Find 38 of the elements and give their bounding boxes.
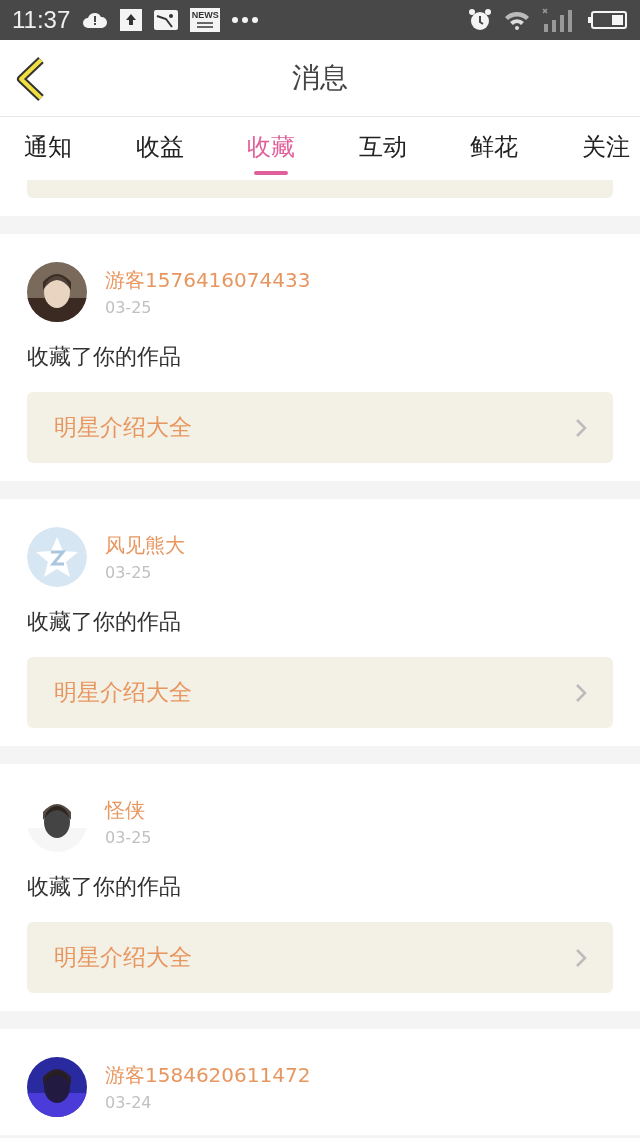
user-name[interactable]: 游客1576416074433 bbox=[105, 267, 311, 294]
work-link[interactable]: 明星介绍大全 bbox=[27, 392, 613, 463]
image-icon bbox=[154, 10, 179, 30]
more-icon bbox=[232, 17, 259, 23]
tab[interactable]: 鲜花 bbox=[470, 117, 519, 180]
message-date: 03-24 bbox=[105, 1093, 153, 1112]
tab[interactable]: 互动 bbox=[358, 117, 407, 180]
chevron-right-icon bbox=[575, 947, 587, 968]
wifi-icon bbox=[504, 10, 530, 30]
chevron-right-icon bbox=[575, 682, 587, 703]
status-time: 11:37 bbox=[12, 6, 71, 34]
work-title: 明星介绍大全 bbox=[54, 413, 192, 442]
message-date: 03-25 bbox=[105, 563, 153, 582]
tab[interactable]: 关注 bbox=[581, 117, 630, 180]
upload-icon bbox=[120, 9, 143, 31]
message-text: 收藏了你的作品 bbox=[27, 343, 182, 371]
message-text: 收藏了你的作品 bbox=[27, 873, 182, 901]
back-icon[interactable] bbox=[16, 57, 46, 101]
cloud-alert-icon bbox=[82, 10, 109, 30]
news-icon: NEWS bbox=[190, 8, 221, 32]
work-link[interactable]: 明星介绍大全 bbox=[27, 657, 613, 728]
tab[interactable]: 通知 bbox=[24, 117, 72, 180]
work-link[interactable]: 明星介绍大全 bbox=[27, 922, 613, 993]
message-date: 03-25 bbox=[105, 298, 153, 317]
user-name[interactable]: 怪侠 bbox=[105, 797, 152, 824]
user-name[interactable]: 游客1584620611472 bbox=[105, 1062, 311, 1089]
message-date: 03-25 bbox=[105, 828, 152, 847]
tab[interactable]: 收藏 bbox=[247, 117, 296, 180]
user-name[interactable]: 风见熊大 bbox=[105, 532, 185, 559]
chevron-right-icon bbox=[575, 417, 587, 438]
battery-icon bbox=[588, 10, 628, 30]
avatar-icon bbox=[27, 527, 87, 587]
work-title: 明星介绍大全 bbox=[54, 678, 192, 707]
alarm-icon bbox=[468, 8, 492, 32]
page-title: 消息 bbox=[292, 60, 348, 96]
message-text: 收藏了你的作品 bbox=[27, 608, 182, 636]
tab[interactable]: 收益 bbox=[135, 117, 184, 180]
work-title: 明星介绍大全 bbox=[54, 943, 192, 972]
